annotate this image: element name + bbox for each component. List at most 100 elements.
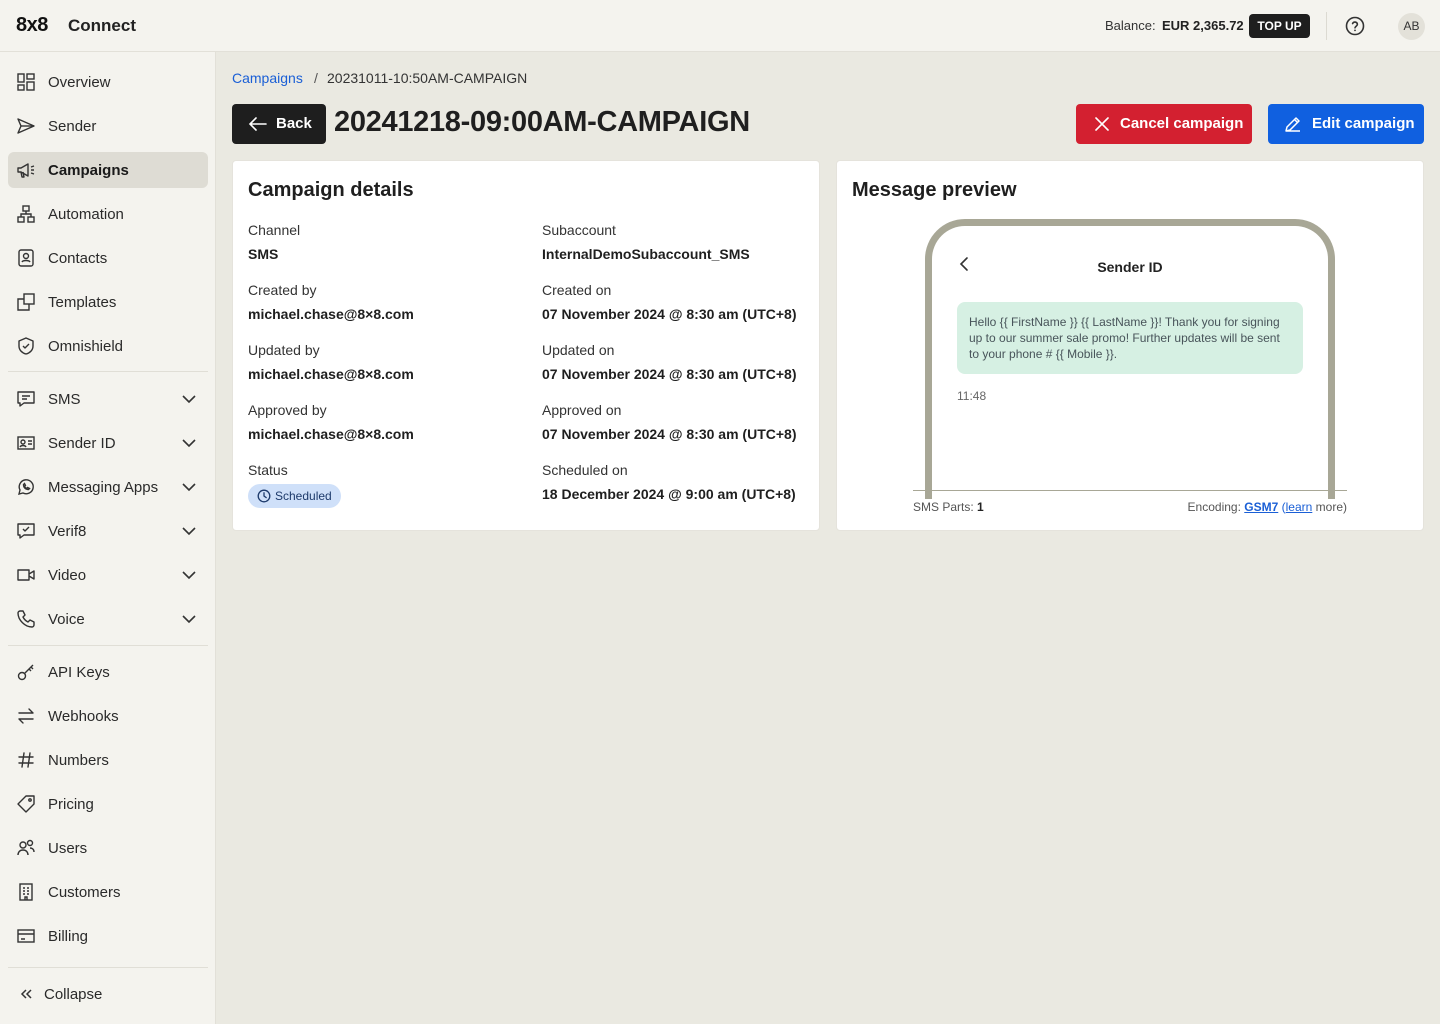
approved-on-value: 07 November 2024 @ 8:30 am (UTC+8) (542, 426, 797, 442)
sidebar-item-users[interactable]: Users (8, 830, 208, 866)
send-icon (16, 116, 36, 136)
sidebar-item-voice[interactable]: Voice (8, 601, 208, 637)
encoding-link[interactable]: GSM7 (1244, 500, 1278, 514)
chevrons-left-icon (18, 984, 38, 1004)
subaccount-label: Subaccount (542, 222, 616, 238)
edit-campaign-button[interactable]: Edit campaign (1268, 104, 1424, 144)
sidebar-item-label: Billing (48, 928, 89, 945)
campaign-details-title: Campaign details (248, 179, 414, 201)
sidebar-item-label: SMS (48, 391, 81, 408)
created-by-label: Created by (248, 282, 317, 298)
sidebar-item-contacts[interactable]: Contacts (8, 240, 208, 276)
breadcrumb-campaigns-link[interactable]: Campaigns (232, 70, 303, 86)
chat-icon (16, 389, 36, 409)
sidebar-item-label: Pricing (48, 796, 94, 813)
sidebar-item-verif8[interactable]: Verif8 (8, 513, 208, 549)
message-time: 11:48 (957, 389, 987, 403)
hash-icon (16, 750, 36, 770)
updated-by-label: Updated by (248, 342, 320, 358)
subaccount-value: InternalDemoSubaccount_SMS (542, 246, 750, 262)
divider (913, 490, 1347, 491)
credit-card-icon (16, 926, 36, 946)
status-label: Status (248, 462, 288, 478)
approved-on-label: Approved on (542, 402, 622, 418)
sidebar-item-sms[interactable]: SMS (8, 381, 208, 417)
phone-icon (16, 609, 36, 629)
sidebar-item-overview[interactable]: Overview (8, 64, 208, 100)
edit-campaign-label: Edit campaign (1312, 115, 1415, 132)
learn-more-link[interactable]: learn (1286, 500, 1313, 514)
sidebar-item-customers[interactable]: Customers (8, 874, 208, 910)
help-icon[interactable] (1343, 14, 1367, 38)
chevron-down-icon[interactable] (181, 567, 197, 583)
approved-by-value: michael.chase@8×8.com (248, 426, 414, 442)
message-bubble: Hello {{ FirstName }} {{ LastName }}! Th… (957, 302, 1303, 374)
sidebar-item-label: Numbers (48, 752, 109, 769)
cancel-campaign-label: Cancel campaign (1120, 115, 1244, 132)
sidebar-item-api-keys[interactable]: API Keys (8, 654, 208, 690)
chevron-down-icon[interactable] (181, 523, 197, 539)
building-icon (16, 882, 36, 902)
scheduled-on-label: Scheduled on (542, 462, 628, 478)
created-on-value: 07 November 2024 @ 8:30 am (UTC+8) (542, 306, 797, 322)
phone-mockup: Sender ID Hello {{ FirstName }} {{ LastN… (925, 219, 1335, 499)
sidebar-item-pricing[interactable]: Pricing (8, 786, 208, 822)
sidebar-item-label: Sender (48, 118, 97, 135)
balance-label: Balance: (1105, 18, 1156, 33)
updated-on-value: 07 November 2024 @ 8:30 am (UTC+8) (542, 366, 797, 382)
sidebar-item-campaigns[interactable]: Campaigns (8, 152, 208, 188)
cancel-campaign-button[interactable]: Cancel campaign (1076, 104, 1252, 144)
sidebar-item-label: Voice (48, 611, 85, 628)
sidebar-item-label: Overview (48, 74, 111, 91)
sidebar-item-webhooks[interactable]: Webhooks (8, 698, 208, 734)
contacts-icon (16, 248, 36, 268)
sidebar-item-video[interactable]: Video (8, 557, 208, 593)
clock-icon (257, 489, 271, 503)
sidebar-item-omnishield[interactable]: Omnishield (8, 328, 208, 364)
sidebar-item-label: Verif8 (48, 523, 87, 540)
arrow-left-icon (248, 117, 267, 131)
top-up-button[interactable]: TOP UP (1249, 14, 1310, 38)
collapse-label: Collapse (44, 986, 103, 1003)
scheduled-on-value: 18 December 2024 @ 9:00 am (UTC+8) (542, 486, 796, 502)
encoding: Encoding: GSM7 (learn more) (1187, 500, 1347, 514)
sidebar-item-billing[interactable]: Billing (8, 918, 208, 954)
sidebar-item-label: Contacts (48, 250, 108, 267)
updated-by-value: michael.chase@8×8.com (248, 366, 414, 382)
sidebar-item-label: Sender ID (48, 435, 116, 452)
divider (8, 371, 208, 372)
sidebar-item-templates[interactable]: Templates (8, 284, 208, 320)
sidebar-item-numbers[interactable]: Numbers (8, 742, 208, 778)
sidebar-item-label: Automation (48, 206, 124, 223)
encoding-label: Encoding: (1187, 500, 1241, 514)
campaign-details-card: Campaign details Channel SMS Subaccount … (232, 160, 820, 531)
sidebar-item-messaging-apps[interactable]: Messaging Apps (8, 469, 208, 505)
channel-value: SMS (248, 246, 279, 262)
sidebar-item-sender[interactable]: Sender (8, 108, 208, 144)
app-name: Connect (68, 16, 136, 35)
sms-parts-value: 1 (977, 500, 984, 514)
sidebar-item-label: Video (48, 567, 87, 584)
sidebar-item-label: Templates (48, 294, 117, 311)
sidebar-item-label: API Keys (48, 664, 110, 681)
divider (8, 645, 208, 646)
chevron-down-icon[interactable] (181, 479, 197, 495)
chevron-down-icon[interactable] (181, 611, 197, 627)
users-icon (16, 838, 36, 858)
pencil-icon (1285, 117, 1300, 132)
logo[interactable]: 8x8 (16, 14, 48, 37)
megaphone-icon (16, 160, 36, 180)
chevron-down-icon[interactable] (181, 435, 197, 451)
created-on-label: Created on (542, 282, 612, 298)
collapse-button[interactable]: Collapse (8, 976, 208, 1012)
avatar[interactable]: AB (1398, 13, 1425, 40)
back-button[interactable]: Back (232, 104, 326, 144)
top-bar: 8x8 Connect Balance: EUR 2,365.72 TOP UP… (0, 0, 1440, 52)
breadcrumb-separator: / (314, 70, 318, 86)
sidebar-item-label: Customers (48, 884, 121, 901)
breadcrumb-current: 20231011-10:50AM-CAMPAIGN (327, 70, 528, 86)
sidebar-item-automation[interactable]: Automation (8, 196, 208, 232)
chevron-down-icon[interactable] (181, 391, 197, 407)
sidebar-item-label: Campaigns (48, 162, 129, 179)
sidebar-item-sender-id[interactable]: Sender ID (8, 425, 208, 461)
